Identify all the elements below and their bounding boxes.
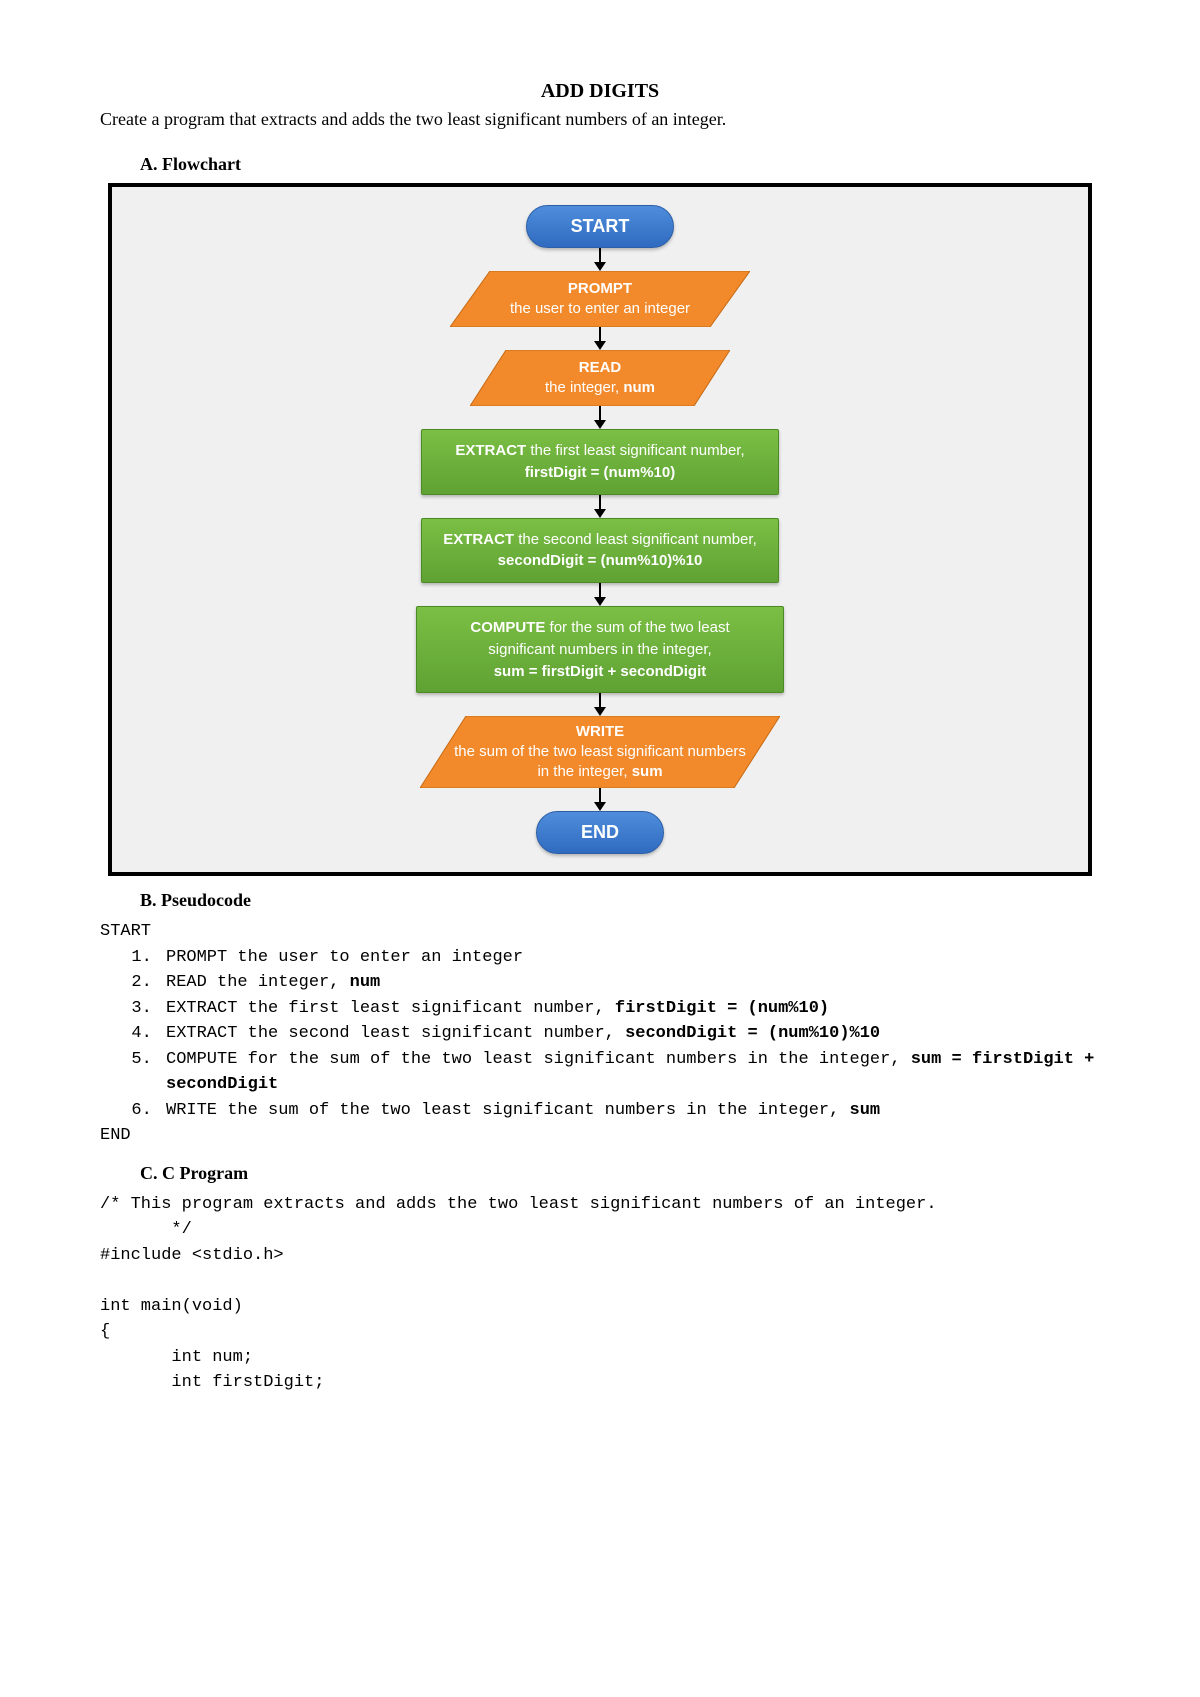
flow-arrow: [594, 788, 606, 811]
flow-write-body-a: the sum of the two least significant num…: [454, 743, 746, 780]
flow-extract2-c: secondDigit = (num%10)%10: [498, 552, 703, 569]
flow-read-head: READ: [579, 359, 622, 376]
c-program-code: /* This program extracts and adds the tw…: [100, 1192, 1100, 1396]
flow-arrow: [594, 248, 606, 271]
pseudo-line-1: PROMPT the user to enter an integer: [162, 945, 1100, 971]
section-heading-pseudocode: B. Pseudocode: [140, 890, 1100, 911]
pseudo-end: END: [100, 1123, 1100, 1149]
flow-start: START: [526, 205, 675, 248]
flow-write-body-b: sum: [632, 763, 663, 780]
pseudo-start: START: [100, 919, 1100, 945]
pseudo-line-5: COMPUTE for the sum of the two least sig…: [162, 1047, 1100, 1098]
flow-read-body-a: the integer,: [545, 379, 623, 396]
section-heading-cprogram: C. C Program: [140, 1163, 1100, 1184]
flow-read: READ the integer, num: [470, 350, 730, 406]
flow-arrow: [594, 327, 606, 350]
flow-prompt-body: the user to enter an integer: [510, 300, 690, 317]
flow-prompt-head: PROMPT: [568, 280, 632, 297]
flow-compute-a: COMPUTE: [470, 619, 545, 636]
section-heading-flowchart: A. Flowchart: [140, 154, 1100, 175]
flow-prompt: PROMPT the user to enter an integer: [450, 271, 750, 327]
flow-extract2-a: EXTRACT: [443, 531, 514, 548]
flow-arrow: [594, 693, 606, 716]
flow-extract1-c: firstDigit = (num%10): [525, 464, 675, 481]
flowchart: START PROMPT the user to enter an intege…: [122, 205, 1078, 854]
pseudo-line-4: EXTRACT the second least significant num…: [162, 1021, 1100, 1047]
flow-write: WRITE the sum of the two least significa…: [420, 716, 780, 788]
flow-read-body-b: num: [623, 379, 655, 396]
pseudo-line-6: WRITE the sum of the two least significa…: [162, 1098, 1100, 1124]
flow-extract1-b: the first least significant number,: [526, 442, 744, 459]
page-description: Create a program that extracts and adds …: [100, 109, 1100, 130]
pseudocode-block: START PROMPT the user to enter an intege…: [100, 919, 1100, 1149]
pseudo-line-3: EXTRACT the first least significant numb…: [162, 996, 1100, 1022]
flow-extract2-b: the second least significant number,: [514, 531, 757, 548]
flow-arrow: [594, 495, 606, 518]
flow-write-head: WRITE: [576, 723, 624, 740]
flow-extract-second: EXTRACT the second least significant num…: [421, 518, 779, 584]
flow-arrow: [594, 583, 606, 606]
pseudo-line-2: READ the integer, num: [162, 970, 1100, 996]
page-title: ADD DIGITS: [100, 80, 1100, 103]
flowchart-container: START PROMPT the user to enter an intege…: [108, 183, 1092, 876]
flow-compute: COMPUTE for the sum of the two least sig…: [416, 606, 784, 693]
flow-extract-first: EXTRACT the first least significant numb…: [421, 429, 779, 495]
flow-arrow: [594, 406, 606, 429]
flow-extract1-a: EXTRACT: [455, 442, 526, 459]
flow-end: END: [536, 811, 664, 854]
flow-compute-c: sum = firstDigit + secondDigit: [494, 663, 707, 680]
